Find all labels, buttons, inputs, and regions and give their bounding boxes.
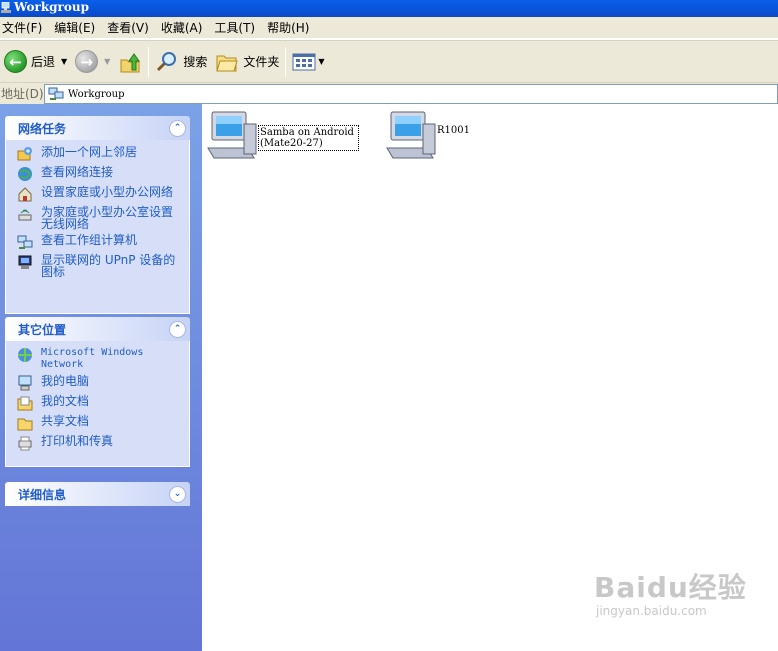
other-places-header[interactable]: 其它位置 ⌃ bbox=[5, 317, 190, 341]
task-label: 查看网络连接 bbox=[41, 165, 114, 179]
task-label: 显示联网的 UPnP 设备的图标 bbox=[41, 253, 176, 279]
watermark-url: jingyan.baidu.com bbox=[596, 604, 707, 618]
workgroup-computers-icon bbox=[17, 235, 33, 249]
search-button[interactable]: 搜索 bbox=[151, 45, 211, 79]
workgroup-icon bbox=[1, 2, 11, 13]
address-value: Workgroup bbox=[68, 88, 125, 100]
shared-documents-icon bbox=[17, 418, 33, 431]
other-places-body: Microsoft Windows Network 我的电脑 我的文档 共享文档… bbox=[5, 341, 190, 467]
up-folder-icon bbox=[120, 52, 141, 72]
place-my-computer[interactable]: 我的电脑 bbox=[17, 375, 183, 391]
task-label: 设置家庭或小型办公网络 bbox=[41, 185, 174, 199]
back-label: 后退 bbox=[31, 55, 56, 69]
network-connections-icon bbox=[18, 167, 32, 181]
address-bar: 地址(D) Workgroup bbox=[0, 82, 778, 104]
place-printers-faxes[interactable]: 打印机和传真 bbox=[17, 435, 183, 451]
task-label: 为家庭或小型办公室设置无线网络 bbox=[41, 205, 174, 231]
workgroup-icon bbox=[48, 87, 64, 100]
folders-button[interactable]: 文件夹 bbox=[211, 45, 283, 79]
computer-item[interactable]: Samba on Android (Mate20-27) bbox=[206, 110, 359, 160]
network-tasks-body: 添加一个网上邻居 查看网络连接 设置家庭或小型办公网络 为家庭或小型办公室设置无… bbox=[5, 140, 190, 314]
search-icon bbox=[157, 51, 177, 71]
network-tasks-title: 网络任务 bbox=[18, 121, 67, 136]
address-label: 地址(D) bbox=[1, 87, 44, 101]
place-my-documents[interactable]: 我的文档 bbox=[17, 395, 183, 411]
other-places-panel: 其它位置 ⌃ Microsoft Windows Network 我的电脑 我的… bbox=[5, 317, 190, 467]
computer-icon bbox=[386, 111, 436, 159]
task-show-upnp-icons[interactable]: 显示联网的 UPnP 设备的图标 bbox=[17, 254, 183, 278]
collapse-icon[interactable]: ⌃ bbox=[169, 119, 186, 137]
computer-name-line: (Mate20-27) bbox=[260, 138, 323, 149]
up-button[interactable] bbox=[114, 45, 146, 79]
back-dropdown-icon[interactable]: ▼ bbox=[61, 57, 67, 66]
task-pane: 网络任务 ⌃ 添加一个网上邻居 查看网络连接 设置家庭或小型办公网络 为家庭或小… bbox=[0, 104, 202, 651]
computer-name-line: R1001 bbox=[437, 125, 470, 136]
home-network-setup-icon bbox=[18, 187, 32, 202]
watermark-brand: Baidu经验 bbox=[594, 571, 747, 604]
address-field[interactable]: Workgroup bbox=[44, 84, 778, 104]
menu-view[interactable]: 查看(V) bbox=[105, 19, 156, 36]
menu-bar: 文件(F) 编辑(E) 查看(V) 收藏(A) 工具(T) 帮助(H) bbox=[0, 17, 778, 39]
place-label: 打印机和传真 bbox=[41, 434, 114, 448]
expand-icon[interactable]: ⌄ bbox=[169, 485, 186, 503]
place-label: 共享文档 bbox=[41, 414, 90, 428]
place-label: 我的文档 bbox=[41, 394, 90, 408]
title-bar[interactable]: Workgroup bbox=[0, 0, 778, 17]
place-shared-documents[interactable]: 共享文档 bbox=[17, 415, 183, 431]
task-setup-home-network[interactable]: 设置家庭或小型办公网络 bbox=[17, 186, 183, 202]
views-button[interactable]: ▼ bbox=[288, 45, 328, 79]
folders-label: 文件夹 bbox=[243, 55, 280, 69]
toolbar-separator bbox=[285, 46, 287, 77]
printers-faxes-icon bbox=[18, 436, 32, 451]
task-label: 添加一个网上邻居 bbox=[41, 145, 138, 159]
window-title: Workgroup bbox=[14, 0, 89, 14]
my-documents-icon bbox=[17, 396, 33, 411]
place-label: Microsoft Windows Network bbox=[41, 347, 144, 370]
folders-icon bbox=[216, 55, 239, 71]
details-header[interactable]: 详细信息 ⌄ bbox=[5, 482, 190, 506]
computer-item[interactable]: R1001 bbox=[385, 110, 470, 160]
forward-button[interactable]: → ▼ bbox=[71, 45, 114, 79]
task-label: 查看工作组计算机 bbox=[41, 233, 138, 247]
toolbar: ← 后退 ▼ → ▼ 搜索 文件夹 ▼ bbox=[0, 40, 778, 82]
details-title: 详细信息 bbox=[18, 487, 67, 502]
views-dropdown-icon[interactable]: ▼ bbox=[318, 57, 324, 66]
place-label: 我的电脑 bbox=[41, 374, 90, 388]
computer-name: R1001 bbox=[437, 125, 470, 136]
search-label: 搜索 bbox=[183, 55, 208, 69]
my-computer-icon bbox=[18, 375, 32, 391]
other-places-title: 其它位置 bbox=[18, 322, 67, 337]
forward-arrow-icon: → bbox=[75, 50, 99, 73]
network-tasks-header[interactable]: 网络任务 ⌃ bbox=[5, 116, 190, 140]
add-network-place-icon bbox=[17, 147, 32, 161]
computer-name-line: Samba on Android bbox=[260, 127, 354, 138]
menu-help[interactable]: 帮助(H) bbox=[265, 19, 316, 36]
upnp-device-icon bbox=[18, 255, 32, 269]
wireless-setup-icon bbox=[18, 209, 32, 221]
menu-favorites[interactable]: 收藏(A) bbox=[159, 19, 210, 36]
toolbar-separator bbox=[148, 46, 150, 77]
computer-name: Samba on Android (Mate20-27) bbox=[258, 125, 359, 151]
forward-dropdown-icon[interactable]: ▼ bbox=[104, 57, 110, 66]
task-view-network-connections[interactable]: 查看网络连接 bbox=[17, 166, 183, 182]
computer-icon bbox=[207, 111, 257, 159]
menu-file[interactable]: 文件(F) bbox=[0, 19, 49, 36]
details-panel: 详细信息 ⌄ bbox=[5, 482, 190, 506]
baidu-watermark: Baidu经验 jingyan.baidu.com bbox=[594, 566, 747, 618]
task-setup-wireless[interactable]: 为家庭或小型办公室设置无线网络 bbox=[17, 206, 183, 230]
task-add-network-place[interactable]: 添加一个网上邻居 bbox=[17, 146, 183, 162]
windows-network-icon bbox=[18, 348, 32, 362]
menu-tools[interactable]: 工具(T) bbox=[212, 19, 262, 36]
place-windows-network[interactable]: Microsoft Windows Network bbox=[17, 347, 183, 371]
back-arrow-icon: ← bbox=[4, 50, 27, 73]
task-view-workgroup-computers[interactable]: 查看工作组计算机 bbox=[17, 234, 183, 250]
views-icon bbox=[292, 53, 316, 70]
back-button[interactable]: ← 后退 ▼ bbox=[0, 45, 71, 79]
menu-edit[interactable]: 编辑(E) bbox=[52, 19, 102, 36]
network-tasks-panel: 网络任务 ⌃ 添加一个网上邻居 查看网络连接 设置家庭或小型办公网络 为家庭或小… bbox=[5, 116, 190, 314]
collapse-icon[interactable]: ⌃ bbox=[169, 320, 186, 338]
